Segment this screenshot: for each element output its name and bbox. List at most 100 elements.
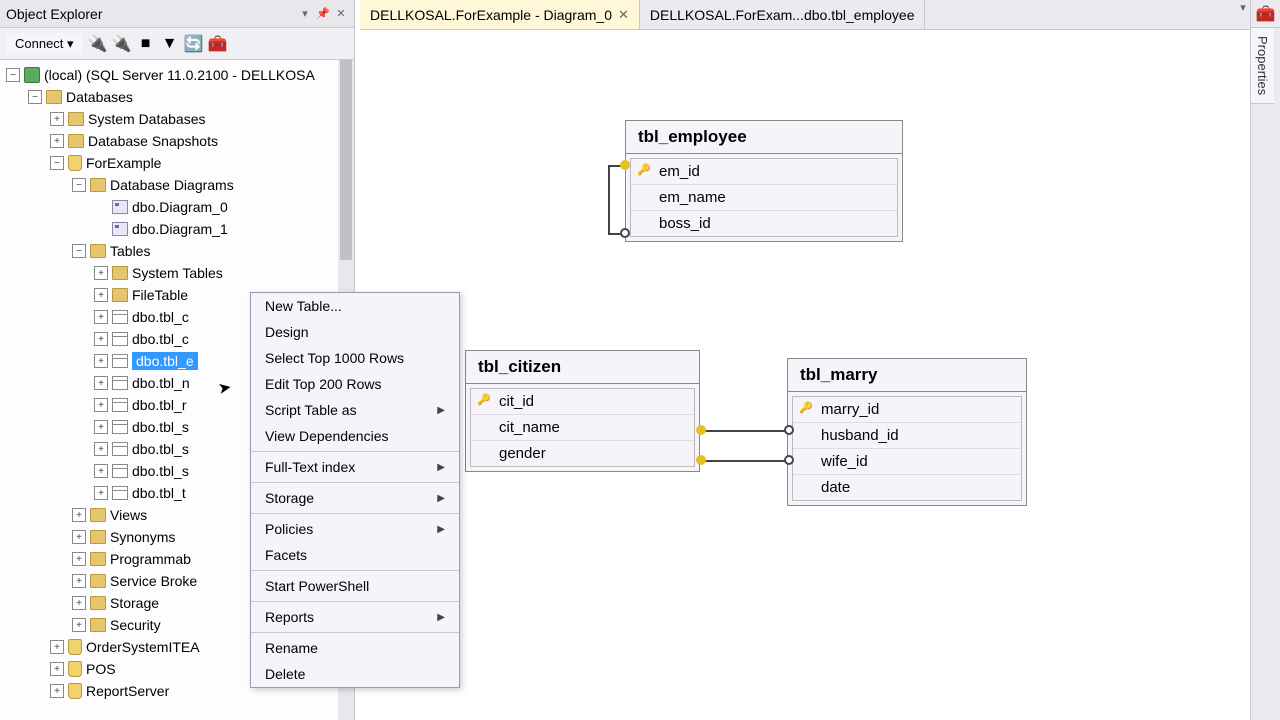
diagram-table-citizen[interactable]: tbl_citizen cit_id cit_name gender <box>465 350 700 472</box>
menu-storage[interactable]: Storage▶ <box>251 485 459 511</box>
database-snapshots-node[interactable]: +Database Snapshots <box>0 130 354 152</box>
diagram-table-marry[interactable]: tbl_marry marry_id husband_id wife_id da… <box>787 358 1027 506</box>
relation-end-icon <box>620 228 630 238</box>
column-cit-name[interactable]: cit_name <box>471 415 694 441</box>
diagram-1-node[interactable]: dbo.Diagram_1 <box>0 218 354 240</box>
database-diagrams-node[interactable]: −Database Diagrams <box>0 174 354 196</box>
folder-icon <box>90 244 106 258</box>
table-icon <box>112 420 128 434</box>
expander-icon[interactable]: + <box>72 618 86 632</box>
pin-icon[interactable]: 📌 <box>316 7 330 21</box>
menu-view-dependencies[interactable]: View Dependencies <box>251 423 459 449</box>
properties-tab[interactable]: Properties <box>1251 28 1274 104</box>
filter-icon[interactable]: ▼ <box>161 35 179 53</box>
menu-fulltext-index[interactable]: Full-Text index▶ <box>251 454 459 480</box>
column-em-id[interactable]: em_id <box>631 159 897 185</box>
expander-icon[interactable]: + <box>94 332 108 346</box>
relation-citizen-marry-2 <box>700 460 790 462</box>
table-icon <box>112 332 128 346</box>
menu-delete[interactable]: Delete <box>251 661 459 687</box>
connect-object-icon[interactable]: 🔌 <box>89 35 107 53</box>
forexample-db-node[interactable]: −ForExample <box>0 152 354 174</box>
system-databases-node[interactable]: +System Databases <box>0 108 354 130</box>
expander-icon[interactable]: + <box>94 398 108 412</box>
column-cit-id[interactable]: cit_id <box>471 389 694 415</box>
menu-rename[interactable]: Rename <box>251 635 459 661</box>
menu-reports[interactable]: Reports▶ <box>251 604 459 630</box>
menu-start-powershell[interactable]: Start PowerShell <box>251 573 459 599</box>
menu-design[interactable]: Design <box>251 319 459 345</box>
server-root-node[interactable]: −(local) (SQL Server 11.0.2100 - DELLKOS… <box>0 64 354 86</box>
expander-icon[interactable]: + <box>94 486 108 500</box>
expander-icon[interactable]: + <box>72 574 86 588</box>
expander-icon[interactable]: + <box>50 134 64 148</box>
close-icon[interactable]: ✕ <box>334 7 348 21</box>
expander-icon[interactable]: + <box>50 112 64 126</box>
menu-script-table-as[interactable]: Script Table as▶ <box>251 397 459 423</box>
tables-node[interactable]: −Tables <box>0 240 354 262</box>
column-gender[interactable]: gender <box>471 441 694 466</box>
menu-new-table[interactable]: New Table... <box>251 293 459 319</box>
menu-select-top-1000[interactable]: Select Top 1000 Rows <box>251 345 459 371</box>
chevron-right-icon: ▶ <box>437 612 445 623</box>
expander-icon[interactable]: + <box>50 684 64 698</box>
expander-icon[interactable]: + <box>72 530 86 544</box>
expander-icon[interactable]: + <box>50 662 64 676</box>
column-wife-id[interactable]: wife_id <box>793 449 1021 475</box>
relation-end-icon <box>784 425 794 435</box>
disconnect-icon[interactable]: 🔌 <box>113 35 131 53</box>
menu-edit-top-200[interactable]: Edit Top 200 Rows <box>251 371 459 397</box>
diagram-canvas[interactable]: tbl_employee em_id em_name boss_id tbl_c… <box>360 30 1234 720</box>
column-em-name[interactable]: em_name <box>631 185 897 211</box>
expander-icon[interactable]: + <box>72 596 86 610</box>
expander-icon[interactable]: + <box>50 640 64 654</box>
expander-icon[interactable]: − <box>28 90 42 104</box>
toolbox-icon-button[interactable]: 🧰 <box>1251 0 1280 28</box>
diagram-0-node[interactable]: dbo.Diagram_0 <box>0 196 354 218</box>
folder-icon <box>90 596 106 610</box>
database-icon <box>68 661 82 677</box>
tabs-overflow-icon[interactable]: ▾ <box>1236 0 1250 14</box>
diagram-table-employee[interactable]: tbl_employee em_id em_name boss_id <box>625 120 903 242</box>
expander-icon[interactable]: − <box>6 68 20 82</box>
expander-icon[interactable]: + <box>94 464 108 478</box>
expander-icon[interactable]: + <box>94 420 108 434</box>
system-tables-node[interactable]: +System Tables <box>0 262 354 284</box>
expander-icon[interactable]: − <box>50 156 64 170</box>
close-tab-icon[interactable]: ✕ <box>618 7 629 23</box>
properties-icon[interactable]: 🧰 <box>209 35 227 53</box>
table-title: tbl_employee <box>626 121 902 154</box>
expander-icon[interactable]: + <box>94 288 108 302</box>
column-marry-id[interactable]: marry_id <box>793 397 1021 423</box>
column-date[interactable]: date <box>793 475 1021 500</box>
expander-icon[interactable]: + <box>94 376 108 390</box>
tab-tbl-employee[interactable]: DELLKOSAL.ForExam...dbo.tbl_employee <box>640 0 926 29</box>
databases-node[interactable]: −Databases <box>0 86 354 108</box>
object-explorer-toolbar: Connect ▾ 🔌 🔌 ■ ▼ 🔄 🧰 <box>0 28 354 60</box>
right-sidebar: 🧰 Properties <box>1250 0 1280 720</box>
expander-icon[interactable]: + <box>72 552 86 566</box>
database-icon <box>68 683 82 699</box>
expander-icon[interactable]: − <box>72 244 86 258</box>
diagram-icon <box>112 200 128 214</box>
relation-key-icon <box>696 425 706 435</box>
folder-icon <box>112 288 128 302</box>
expander-icon[interactable]: + <box>94 266 108 280</box>
menu-policies[interactable]: Policies▶ <box>251 516 459 542</box>
expander-icon[interactable]: + <box>94 310 108 324</box>
column-boss-id[interactable]: boss_id <box>631 211 897 236</box>
connect-button[interactable]: Connect ▾ <box>6 33 83 55</box>
stop-icon[interactable]: ■ <box>137 35 155 53</box>
dropdown-icon[interactable]: ▾ <box>298 7 312 21</box>
scrollbar-thumb[interactable] <box>340 60 352 260</box>
expander-icon[interactable]: + <box>94 354 108 368</box>
refresh-icon[interactable]: 🔄 <box>185 35 203 53</box>
column-husband-id[interactable]: husband_id <box>793 423 1021 449</box>
expander-icon[interactable]: + <box>72 508 86 522</box>
menu-facets[interactable]: Facets <box>251 542 459 568</box>
expander-icon[interactable]: + <box>94 442 108 456</box>
expander-icon[interactable]: − <box>72 178 86 192</box>
relation-emp-self-bottom <box>608 233 626 235</box>
menu-separator <box>251 513 459 514</box>
tab-diagram-0[interactable]: DELLKOSAL.ForExample - Diagram_0✕ <box>360 0 640 29</box>
